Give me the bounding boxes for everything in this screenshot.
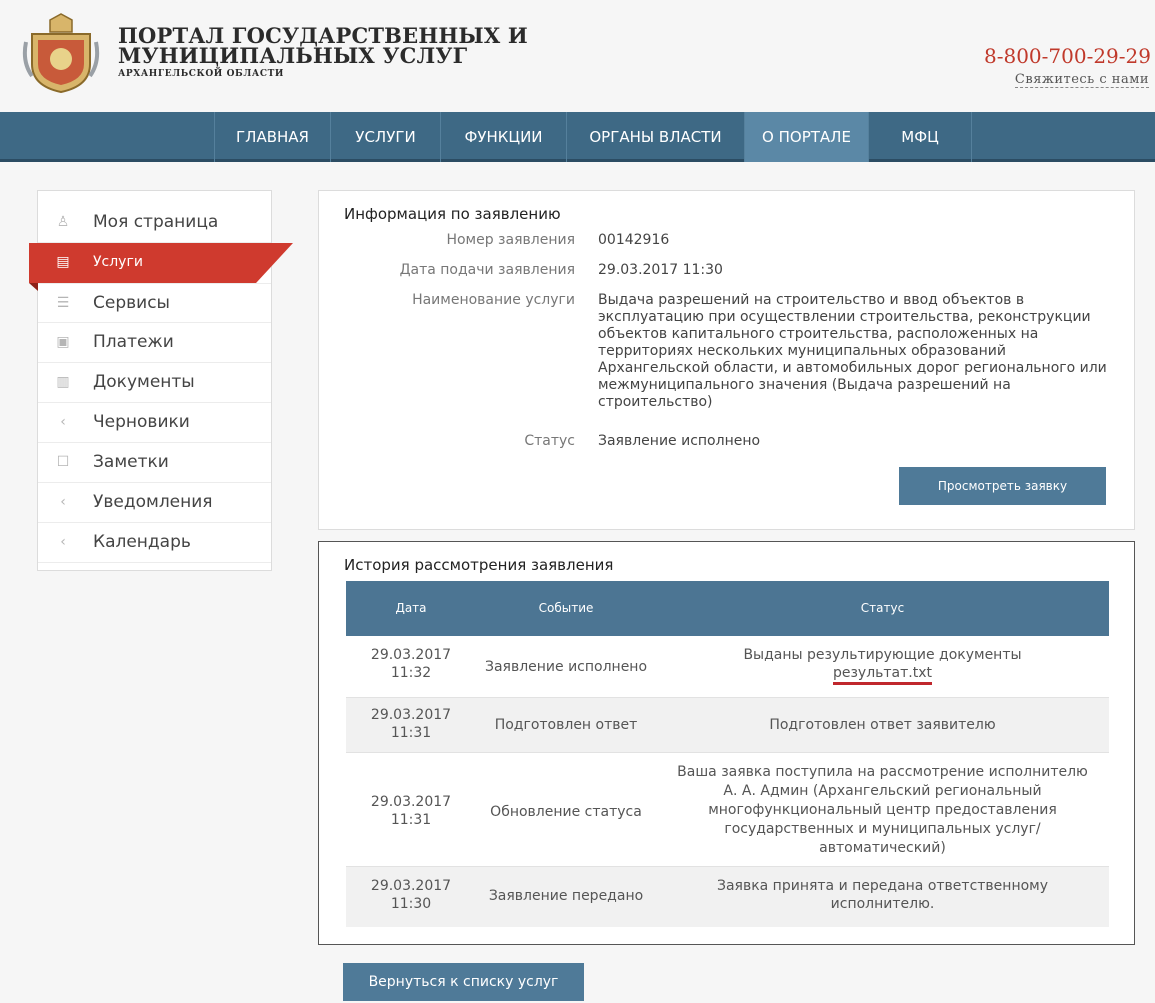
row-status-text: Выданы результирующие документы: [743, 647, 1022, 663]
column-header-date[interactable]: Дата: [346, 581, 476, 636]
sidebar-item-label: Моя страница: [93, 212, 219, 232]
row-date: 29.03.2017 11:30: [346, 877, 476, 913]
status-label: Статус: [524, 433, 575, 449]
row-event: Подготовлен ответ: [494, 717, 638, 733]
info-card-title: Информация по заявлению: [344, 205, 561, 223]
table-row: 29.03.2017 11:31 Подготовлен ответ Подго…: [346, 698, 1109, 753]
note-icon: ☐: [56, 454, 70, 470]
sidebar-item-my-page[interactable]: ♙ Моя страница: [38, 203, 271, 243]
table-row: 29.03.2017 11:30 Заявление передано Заяв…: [346, 867, 1109, 927]
row-date: 29.03.2017 11:31: [346, 793, 476, 829]
sidebar-item-label: Заметки: [93, 452, 169, 472]
status-value: Заявление исполнено: [598, 433, 761, 449]
document-icon: ▥: [56, 374, 70, 390]
wallet-icon: ▣: [56, 334, 70, 350]
sidebar-item-payments[interactable]: ▣ Платежи: [38, 323, 271, 363]
sidebar-item-drafts[interactable]: ‹ Черновики: [38, 403, 271, 443]
sidebar-item-notifications[interactable]: ‹ Уведомления: [38, 483, 271, 523]
row-event: Обновление статуса: [490, 804, 642, 820]
column-header-status[interactable]: Статус: [656, 581, 1109, 636]
service-name-label: Наименование услуги: [412, 292, 575, 308]
sidebar-item-calendar[interactable]: ‹ Календарь: [38, 523, 271, 563]
submission-date-value: 29.03.2017 11:30: [598, 262, 723, 278]
row-status: Выданы результирующие документы результа…: [656, 646, 1109, 685]
main-navigation: ГЛАВНАЯ УСЛУГИ ФУНКЦИИ ОРГАНЫ ВЛАСТИ О П…: [0, 112, 1155, 162]
nav-item-home[interactable]: ГЛАВНАЯ: [214, 112, 330, 162]
site-header: ПОРТАЛ ГОСУДАРСТВЕННЫХ И МУНИЦИПАЛЬНЫХ У…: [0, 0, 1155, 112]
row-date: 29.03.2017 11:31: [346, 706, 476, 742]
table-header: Дата Событие Статус: [346, 581, 1109, 636]
table-row: 29.03.2017 11:32 Заявление исполнено Выд…: [346, 636, 1109, 698]
back-to-services-button[interactable]: Вернуться к списку услуг: [343, 963, 584, 1001]
brand-title-line-2: МУНИЦИПАЛЬНЫХ УСЛУГ: [118, 43, 468, 68]
row-date: 29.03.2017 11:32: [346, 646, 476, 682]
result-file-link[interactable]: результат.txt: [832, 665, 933, 685]
chevron-left-icon: ‹: [60, 494, 66, 510]
sidebar-item-label: Черновики: [93, 412, 190, 432]
row-date-day: 29.03.2017: [370, 878, 452, 894]
sidebar-item-label: Сервисы: [93, 293, 170, 313]
row-date-day: 29.03.2017: [370, 794, 452, 810]
sidebar-item-tools[interactable]: ☰ Сервисы: [38, 283, 271, 323]
row-date-time: 11:31: [390, 725, 432, 741]
history-title: История рассмотрения заявления: [344, 556, 614, 574]
nav-item-functions[interactable]: ФУНКЦИИ: [440, 112, 566, 162]
nav-item-authorities[interactable]: ОРГАНЫ ВЛАСТИ: [566, 112, 744, 162]
application-history-card: История рассмотрения заявления Дата Собы…: [318, 541, 1135, 945]
contact-us-link[interactable]: Свяжитесь с нами: [1014, 72, 1149, 88]
services-icon: ▤: [56, 254, 70, 270]
submission-date-label: Дата подачи заявления: [399, 262, 575, 278]
nav-item-mfc[interactable]: МФЦ: [868, 112, 972, 162]
chevron-left-icon: ‹: [60, 414, 66, 430]
sidebar-item-label: Календарь: [93, 532, 191, 552]
row-date-time: 11:30: [390, 896, 432, 912]
sidebar-item-documents[interactable]: ▥ Документы: [38, 363, 271, 403]
row-date-time: 11:32: [390, 665, 432, 681]
list-icon: ☰: [56, 295, 70, 311]
row-event: Заявление исполнено: [484, 659, 648, 675]
hotline-phone: 8-800-700-29-29: [983, 44, 1151, 68]
chevron-left-icon: ‹: [60, 534, 66, 550]
application-number-label: Номер заявления: [446, 232, 575, 248]
table-row: 29.03.2017 11:31 Обновление статуса Ваша…: [346, 753, 1109, 867]
sidebar-item-label: Документы: [93, 372, 195, 392]
ribbon-fold: [29, 283, 38, 291]
row-status: Заявка принята и передана ответственному…: [716, 878, 1049, 912]
row-date-day: 29.03.2017: [370, 647, 452, 663]
coat-of-arms-logo[interactable]: [22, 12, 100, 94]
brand-subtitle: АРХАНГЕЛЬСКОЙ ОБЛАСТИ: [118, 69, 284, 79]
sidebar-item-services[interactable]: ▤ Услуги: [29, 243, 293, 291]
portal-brand[interactable]: ПОРТАЛ ГОСУДАРСТВЕННЫХ И МУНИЦИПАЛЬНЫХ У…: [118, 25, 528, 79]
user-icon: ♙: [56, 214, 70, 230]
view-application-button[interactable]: Просмотреть заявку: [899, 467, 1106, 505]
row-date-day: 29.03.2017: [370, 707, 452, 723]
application-number-value: 00142916: [598, 232, 670, 248]
sidebar-item-label: Услуги: [93, 254, 143, 270]
row-status: Подготовлен ответ заявителю: [769, 717, 996, 733]
service-name-value: Выдача разрешений на строительство и вво…: [598, 292, 1107, 410]
sidebar-item-label: Платежи: [93, 332, 174, 352]
column-header-event[interactable]: Событие: [476, 581, 656, 636]
row-event: Заявление передано: [488, 888, 644, 904]
nav-item-services[interactable]: УСЛУГИ: [330, 112, 440, 162]
application-info-card: Информация по заявлению Номер заявления …: [318, 190, 1135, 530]
sidebar-item-notes[interactable]: ☐ Заметки: [38, 443, 271, 483]
nav-item-about[interactable]: О ПОРТАЛЕ: [744, 112, 868, 162]
sidebar-item-label: Уведомления: [93, 492, 213, 512]
account-sidebar: ♙ Моя страница ▤ Услуги ☰ Сервисы ▣ Плат…: [29, 190, 293, 571]
row-date-time: 11:31: [390, 812, 432, 828]
row-status: Ваша заявка поступила на рассмотрение ис…: [677, 764, 1088, 856]
